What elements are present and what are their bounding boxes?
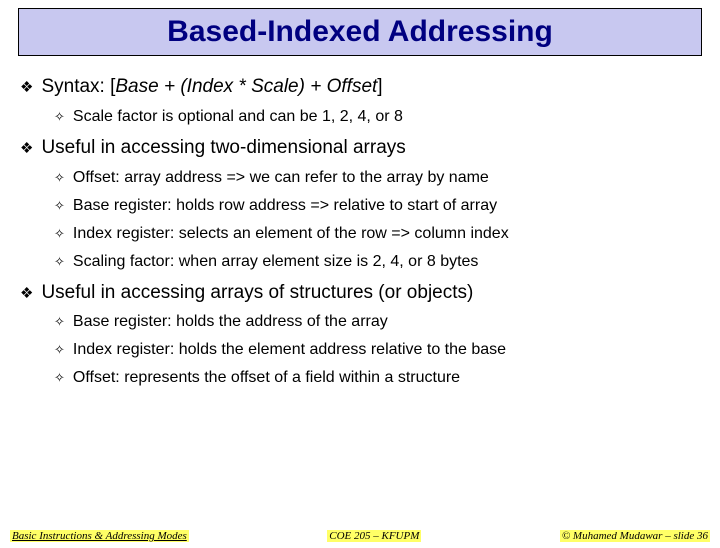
cross-icon: ✧ [54, 254, 65, 270]
cross-icon: ✧ [54, 370, 65, 386]
footer-left: Basic Instructions & Addressing Modes [10, 530, 189, 542]
diamond-icon: ❖ [20, 284, 33, 302]
subbullet-text: Offset: represents the offset of a field… [73, 368, 460, 388]
cross-icon: ✧ [54, 198, 65, 214]
subbullet: ✧ Scale factor is optional and can be 1,… [54, 107, 700, 127]
bullet-text: Syntax: [Base + (Index * Scale) + Offset… [41, 75, 382, 99]
footer: Basic Instructions & Addressing Modes CO… [0, 530, 720, 542]
bullet-2d-arrays: ❖ Useful in accessing two-dimensional ar… [20, 136, 700, 160]
bullet-structures: ❖ Useful in accessing arrays of structur… [20, 281, 700, 305]
cross-icon: ✧ [54, 342, 65, 358]
content-area: ❖ Syntax: [Base + (Index * Scale) + Offs… [0, 56, 720, 388]
subbullet-text: Index register: holds the element addres… [73, 340, 506, 360]
subbullet: ✧ Offset: array address => we can refer … [54, 168, 700, 188]
footer-center: COE 205 – KFUPM [327, 530, 421, 542]
subbullet-text: Scale factor is optional and can be 1, 2… [73, 107, 403, 127]
subbullet: ✧ Scaling factor: when array element siz… [54, 252, 700, 272]
title-bar: Based-Indexed Addressing [18, 8, 702, 56]
subbullet-text: Offset: array address => we can refer to… [73, 168, 489, 188]
bullet-text: Useful in accessing two-dimensional arra… [41, 136, 405, 160]
subbullet: ✧ Base register: holds the address of th… [54, 312, 700, 332]
cross-icon: ✧ [54, 314, 65, 330]
cross-icon: ✧ [54, 109, 65, 125]
subbullet: ✧ Offset: represents the offset of a fie… [54, 368, 700, 388]
subbullet-text: Index register: selects an element of th… [73, 224, 509, 244]
diamond-icon: ❖ [20, 78, 33, 96]
subbullet: ✧ Index register: selects an element of … [54, 224, 700, 244]
subbullet: ✧ Index register: holds the element addr… [54, 340, 700, 360]
footer-right: © Muhamed Mudawar – slide 36 [560, 530, 710, 542]
bullet-text: Useful in accessing arrays of structures… [41, 281, 473, 305]
subbullet-text: Base register: holds the address of the … [73, 312, 388, 332]
bullet-syntax: ❖ Syntax: [Base + (Index * Scale) + Offs… [20, 75, 700, 99]
cross-icon: ✧ [54, 226, 65, 242]
subbullet: ✧ Base register: holds row address => re… [54, 196, 700, 216]
diamond-icon: ❖ [20, 139, 33, 157]
subbullet-text: Base register: holds row address => rela… [73, 196, 497, 216]
slide-title: Based-Indexed Addressing [19, 15, 701, 49]
cross-icon: ✧ [54, 170, 65, 186]
subbullet-text: Scaling factor: when array element size … [73, 252, 479, 272]
